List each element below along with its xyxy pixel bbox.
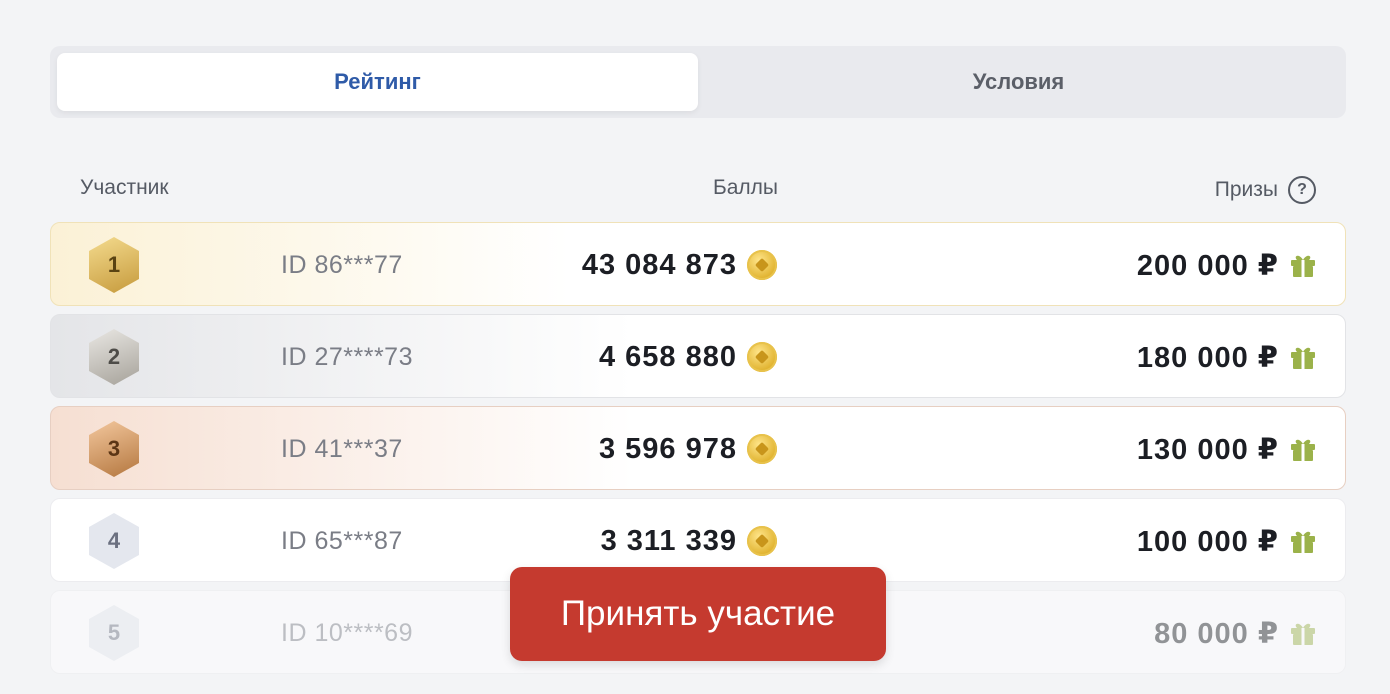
gift-icon: [1291, 439, 1315, 461]
points-value: 3 596 978: [598, 432, 737, 465]
rank-badge: 3: [89, 421, 139, 477]
prize-value: 80 000 ₽: [1154, 617, 1279, 650]
participant-id: ID 41***37: [281, 435, 403, 463]
header-prizes-label: Призы: [1214, 178, 1278, 201]
participant-id: ID 27****73: [281, 343, 413, 371]
table-row: 2 ID 27****73 4 658 880 180 000 ₽: [50, 314, 1346, 398]
table-row: 3 ID 41***37 3 596 978 130 000 ₽: [50, 406, 1346, 490]
points-value: 4 658 880: [598, 340, 737, 373]
prize-value: 100 000 ₽: [1136, 525, 1279, 558]
tab-conditions[interactable]: Условия: [698, 53, 1339, 111]
prize-cell: 80 000 ₽: [1154, 591, 1317, 675]
coin-icon: [747, 526, 777, 556]
coin-icon: [747, 342, 777, 372]
tab-bar: Рейтинг Условия: [50, 46, 1346, 118]
prize-cell: 130 000 ₽: [1137, 407, 1317, 491]
rank-badge: 2: [89, 329, 139, 385]
prize-cell: 180 000 ₽: [1137, 315, 1317, 399]
prize-cell: 200 000 ₽: [1137, 223, 1317, 307]
points-value: 3 311 339: [600, 524, 737, 557]
coin-icon: [747, 434, 777, 464]
header-participant: Участник: [80, 176, 169, 199]
participant-id: ID 86***77: [281, 251, 403, 279]
points-cell: 43 084 873: [582, 223, 777, 307]
gift-icon: [1291, 255, 1315, 277]
join-button[interactable]: Принять участие: [510, 567, 886, 661]
prize-value: 200 000 ₽: [1136, 249, 1279, 282]
header-prizes: Призы ?: [1215, 176, 1316, 204]
tab-rating[interactable]: Рейтинг: [57, 53, 698, 111]
rank-badge: 5: [89, 605, 139, 661]
prize-value: 180 000 ₽: [1136, 341, 1279, 374]
table-row: 1 ID 86***77 43 084 873 200 000 ₽: [50, 222, 1346, 306]
points-cell: 3 596 978: [599, 407, 777, 491]
participant-id: ID 10****69: [281, 619, 413, 647]
rank-badge: 1: [89, 237, 139, 293]
participant-id: ID 65***87: [281, 527, 403, 555]
coin-icon: [747, 250, 777, 280]
gift-icon: [1291, 347, 1315, 369]
table-header: Участник Баллы Призы ?: [50, 176, 1346, 206]
points-cell: 4 658 880: [599, 315, 777, 399]
prize-cell: 100 000 ₽: [1137, 499, 1317, 583]
gift-icon: [1291, 623, 1315, 645]
rank-badge: 4: [89, 513, 139, 569]
header-points: Баллы: [712, 176, 778, 199]
help-icon[interactable]: ?: [1288, 176, 1316, 204]
prize-value: 130 000 ₽: [1136, 433, 1279, 466]
points-value: 43 084 873: [581, 248, 737, 281]
gift-icon: [1291, 531, 1315, 553]
